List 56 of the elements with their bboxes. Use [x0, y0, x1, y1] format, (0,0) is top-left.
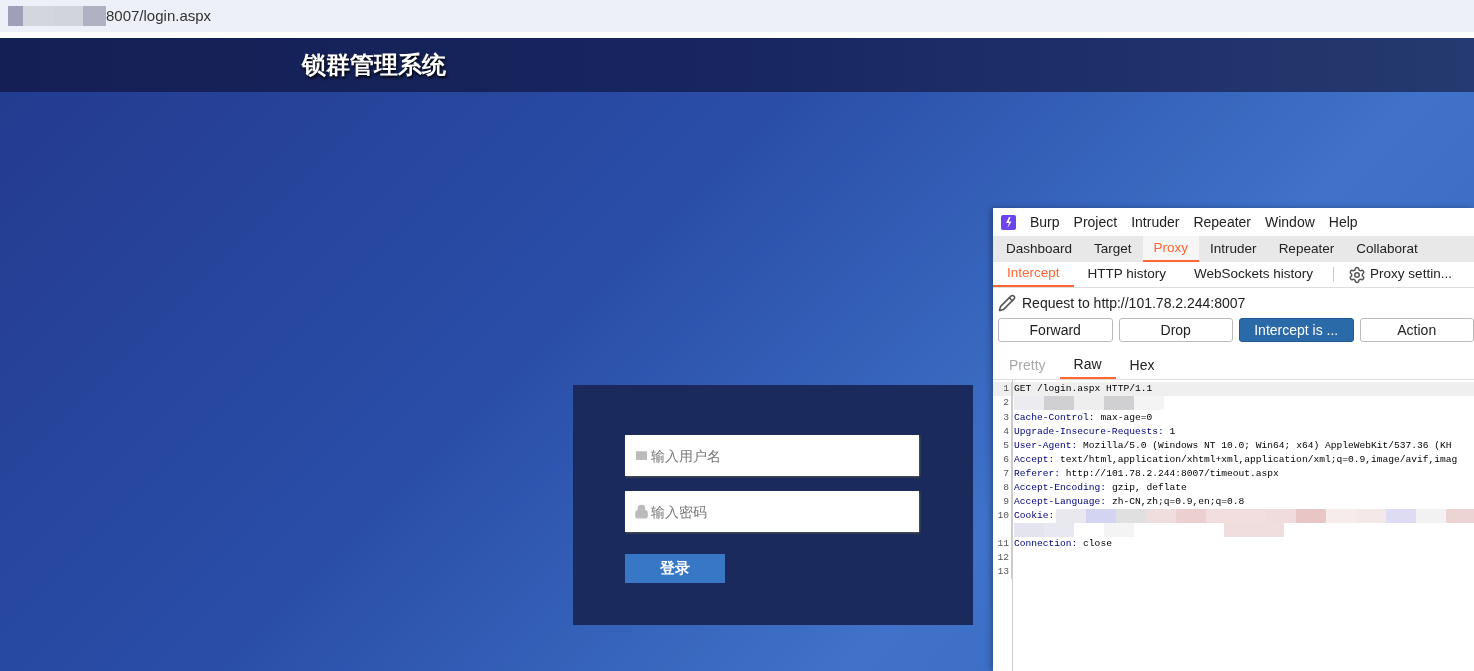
action-button[interactable]: Action: [1359, 318, 1474, 342]
line-number: 12: [993, 551, 1012, 566]
pencil-icon: [998, 294, 1016, 312]
menu-item[interactable]: Repeater: [1193, 211, 1251, 233]
app-logo-icon: [1001, 214, 1016, 230]
line-number: 11: [993, 537, 1012, 552]
code-text: Cache-Control: max-age=0: [1014, 411, 1153, 423]
tab[interactable]: HTTP history: [1073, 262, 1181, 287]
mail-icon: [634, 448, 649, 463]
line-number: 10: [993, 508, 1012, 538]
line-number: 8: [993, 480, 1012, 495]
line-number: 9: [993, 494, 1012, 509]
settings-icon: [1348, 265, 1367, 284]
settings-button[interactable]: Proxy settin...: [1340, 262, 1452, 287]
tab[interactable]: Target: [1083, 236, 1143, 262]
line-number: 7: [993, 466, 1012, 481]
code-editor[interactable]: [993, 380, 1474, 671]
login-button[interactable]: 登录: [625, 554, 725, 583]
tab[interactable]: WebSockets history: [1180, 262, 1328, 287]
input-field[interactable]: 输入密码: [625, 491, 919, 532]
tab[interactable]: Hex: [1115, 352, 1169, 379]
tab[interactable]: Collaborat: [1345, 236, 1429, 262]
input-field[interactable]: 输入用户名: [625, 435, 919, 476]
code-text: Connection: close: [1014, 538, 1112, 550]
tab[interactable]: Intruder: [1199, 236, 1268, 262]
code-text: Upgrade-Insecure-Requests: 1: [1014, 425, 1176, 437]
line-number: 4: [993, 424, 1012, 439]
line-number: 13: [993, 565, 1012, 580]
code-text: Accept: text/html,application/xhtml+xml,application/xml;q=0.9,image/avif,imag: [1014, 453, 1458, 465]
menu-item[interactable]: Window: [1265, 211, 1315, 233]
action-button[interactable]: Forward: [998, 318, 1113, 342]
address-bar[interactable]: 8007/login.aspx: [0, 0, 1474, 32]
line-number: 2: [993, 396, 1012, 411]
menu-item[interactable]: Burp: [1030, 211, 1060, 233]
menu-item[interactable]: Project: [1073, 211, 1118, 233]
line-number: 3: [993, 410, 1012, 425]
code-text: Accept-Language: zh-CN,zh;q=0.9,en;q=0.8: [1014, 495, 1245, 507]
request-label: Request to http://101.78.2.244:8007: [1022, 293, 1246, 313]
menu-item[interactable]: Intruder: [1131, 211, 1180, 233]
code-text: Referer: http://101.78.2.244:8007/timeout.aspx: [1014, 467, 1279, 479]
code-text: Accept-Encoding: gzip, deflate: [1014, 481, 1187, 493]
code-text: Cookie:: [1014, 508, 1055, 523]
tab[interactable]: Repeater: [1267, 236, 1346, 262]
site-title: 锁群管理系统: [302, 50, 446, 80]
code-text: User-Agent: Mozilla/5.0 (Windows NT 10.0; Win64; x64) AppleWebKit/537.36 (KH: [1014, 439, 1452, 451]
tab[interactable]: Dashboard: [995, 236, 1084, 262]
lock-icon: [634, 504, 649, 519]
menu-item[interactable]: Help: [1328, 211, 1358, 233]
url-text: 8007/login.aspx: [106, 5, 212, 26]
line-number: 5: [993, 438, 1012, 453]
action-button[interactable]: Intercept is ...: [1239, 318, 1354, 342]
action-button[interactable]: Drop: [1118, 318, 1233, 342]
line-number: 6: [993, 452, 1012, 467]
tab[interactable]: Raw: [1059, 352, 1116, 379]
line-number: 1: [993, 382, 1012, 396]
code-text: GET /login.aspx HTTP/1.1: [1014, 383, 1153, 394]
